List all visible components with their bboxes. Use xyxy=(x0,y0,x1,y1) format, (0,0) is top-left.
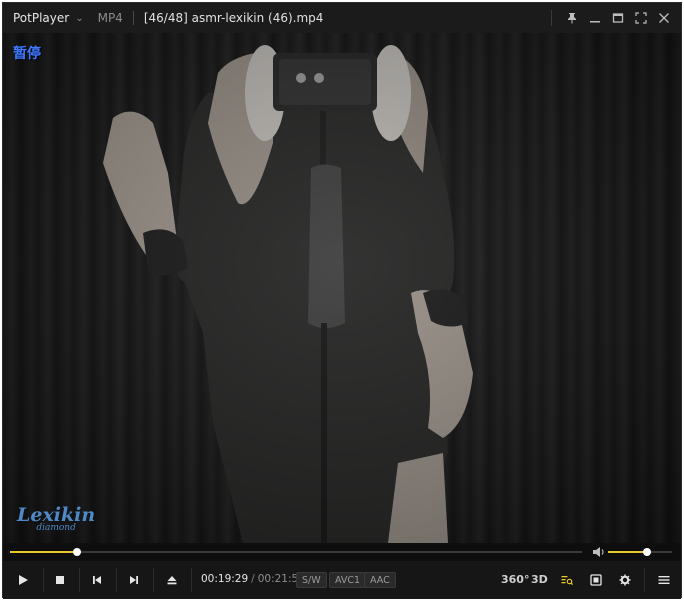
seek-handle[interactable] xyxy=(72,548,81,556)
window-controls xyxy=(551,3,675,33)
render-mode-badge[interactable]: S/W xyxy=(296,572,327,588)
current-time: 00:19:29 xyxy=(201,573,249,585)
minimize-icon xyxy=(589,21,600,23)
minimize-button[interactable] xyxy=(583,7,606,29)
close-button[interactable] xyxy=(652,7,675,29)
vr-360-button[interactable]: 360° xyxy=(501,573,529,586)
fullscreen-button[interactable] xyxy=(629,7,652,29)
maximize-button[interactable] xyxy=(606,7,629,29)
main-menu-button[interactable] xyxy=(654,570,674,590)
control-divider xyxy=(191,568,192,592)
volume-handle[interactable] xyxy=(643,548,652,556)
seek-bar[interactable] xyxy=(10,548,582,556)
control-divider xyxy=(79,568,80,592)
volume-slider[interactable] xyxy=(608,548,672,556)
pin-icon xyxy=(567,13,576,24)
previous-icon xyxy=(93,576,101,584)
maximize-icon xyxy=(612,13,623,23)
chapter-button[interactable] xyxy=(586,570,606,590)
eject-button[interactable] xyxy=(162,570,182,590)
eject-icon xyxy=(167,576,177,585)
control-divider xyxy=(43,568,44,592)
menu-icon xyxy=(658,576,670,584)
control-divider xyxy=(153,568,154,592)
video-codec-badge[interactable]: AVC1 xyxy=(329,572,367,588)
seek-progress-fill xyxy=(10,551,77,553)
play-button[interactable] xyxy=(13,570,33,590)
file-title: [46/48] asmr-lexikin (46).mp4 xyxy=(143,11,324,25)
app-name: PotPlayer xyxy=(13,11,70,25)
control-divider xyxy=(116,568,117,592)
volume-level-fill xyxy=(608,551,648,553)
player-window: PotPlayer ⌄ MP4 [46/48] asmr-lexikin (46… xyxy=(2,2,682,599)
title-bar[interactable]: PotPlayer ⌄ MP4 [46/48] asmr-lexikin (46… xyxy=(3,3,681,33)
stereo-3d-button[interactable]: 3D xyxy=(531,573,548,586)
app-menu-button[interactable]: PotPlayer ⌄ xyxy=(3,3,84,33)
osd-status-text: 暂停 xyxy=(13,46,41,62)
audio-codec-badge[interactable]: AAC xyxy=(364,572,396,588)
playlist-search-button[interactable] xyxy=(557,570,577,590)
window-controls-divider xyxy=(551,10,552,26)
settings-button[interactable] xyxy=(615,570,635,590)
gear-icon xyxy=(619,574,631,586)
playlist-search-icon xyxy=(561,576,573,586)
play-icon xyxy=(19,575,28,585)
chapter-icon xyxy=(590,574,602,586)
speaker-icon[interactable] xyxy=(592,546,606,558)
fullscreen-icon xyxy=(634,12,647,24)
time-separator: / xyxy=(251,573,255,585)
previous-button[interactable] xyxy=(87,570,107,590)
chevron-down-icon: ⌄ xyxy=(75,12,84,24)
watermark-logo: Lexikin diamond xyxy=(17,504,95,533)
video-vignette xyxy=(3,33,681,543)
video-viewport[interactable]: 暂停 Lexikin diamond xyxy=(3,33,681,543)
close-icon xyxy=(658,13,669,23)
next-icon xyxy=(130,576,138,584)
title-divider xyxy=(132,11,134,25)
control-divider xyxy=(644,568,645,592)
time-display: 00:19:29/00:21:56 xyxy=(201,573,305,585)
stop-button[interactable] xyxy=(50,570,70,590)
stop-icon xyxy=(56,576,64,584)
pin-button[interactable] xyxy=(560,7,583,29)
seek-row xyxy=(3,543,681,561)
next-button[interactable] xyxy=(124,570,144,590)
control-bar: 00:19:29/00:21:56 S/W AVC1 AAC 360° 3D xyxy=(3,561,681,599)
format-label: MP4 xyxy=(97,11,123,25)
